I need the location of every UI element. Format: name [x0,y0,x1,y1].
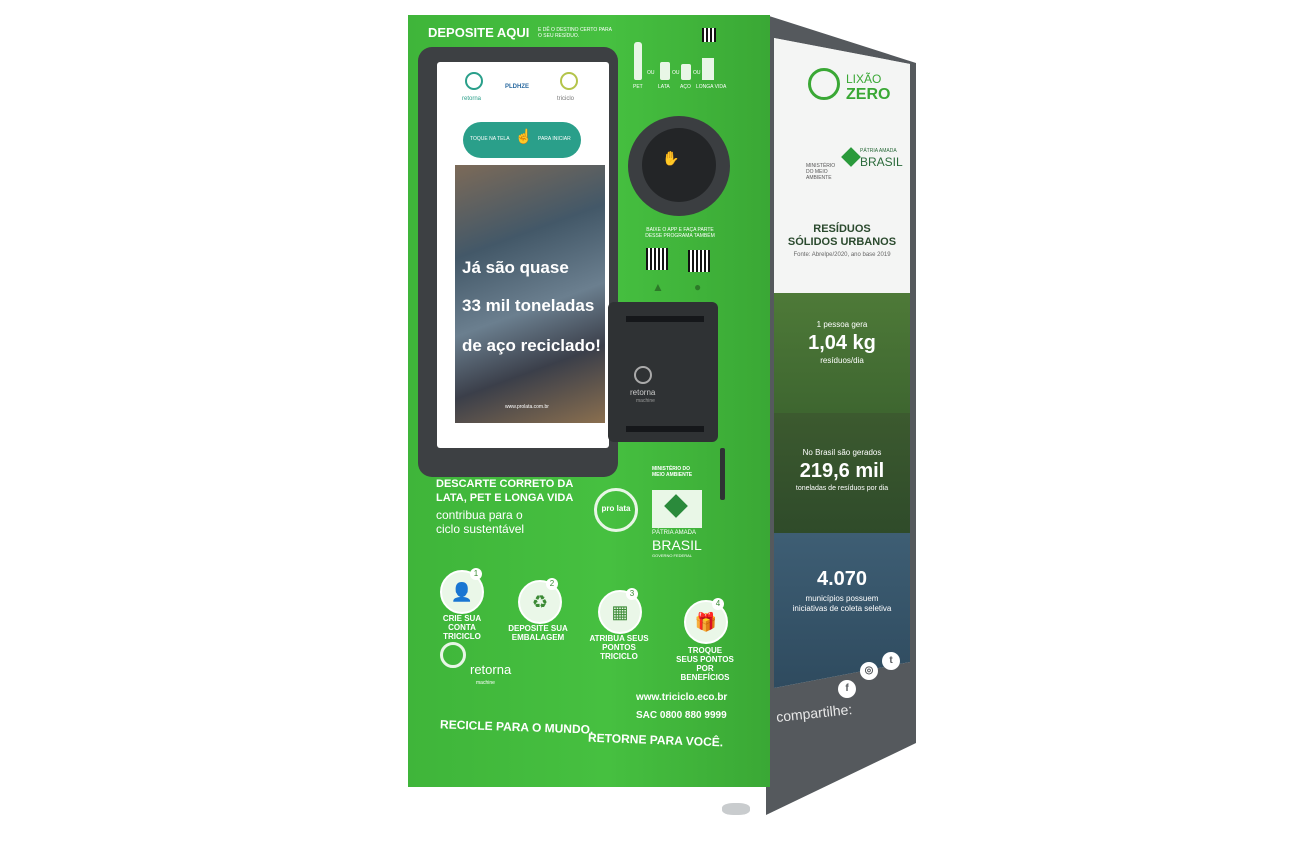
step-number: 2 [546,578,558,590]
material-or-3: OU [693,70,701,76]
brasil-top: PÁTRIA AMADA [860,148,897,154]
dispenser-top-slot [626,316,704,322]
instagram-icon[interactable]: ◎ [860,662,878,680]
machine-foot [722,803,750,815]
step-number: 3 [626,588,638,600]
material-or-1: OU [647,70,655,76]
retorna-logo-icon [465,72,483,90]
hand-tap-icon: ☝ [515,128,533,144]
section-title-2: SÓLIDOS URBANOS [787,236,897,248]
discard-line-2: LATA, PET E LONGA VIDA [436,492,574,504]
carton-icon [702,58,714,80]
screen-logo-1: retorna [462,96,482,102]
touch-right-label: PARA INICIAR [538,136,571,142]
step-label: TROQUE SEUS PONTOS POR BENEFÍCIOS [676,646,734,682]
material-pet: PET [633,84,643,90]
patria-main: BRASIL [652,537,702,553]
headline-1: Já são quase [462,258,569,277]
step-label: DEPOSITE SUA EMBALAGEM [508,624,568,642]
patria-sub: GOVERNO FEDERAL [652,553,693,558]
triciclo-logo-icon [560,72,578,90]
touch-left-label: TOQUE NA TELA [470,136,510,142]
screen-logo-3: triciclo [557,96,575,102]
dispenser-sub: machine [636,398,655,404]
scene: LIXÃO ZERO MINISTÉRIO DO MEIO AMBIENTE P… [0,0,1300,847]
screen-logo-2: PLDHZE [505,84,529,90]
steel-can-icon [681,64,691,80]
step-label: CRIE SUA CONTA TRICICLO [442,614,482,641]
prolata-label: pro lata [601,504,631,513]
retorna-dispenser-icon [634,366,652,384]
lixao-label: LIXÃO [846,72,882,86]
website: www.triciclo.eco.br [636,692,728,703]
screen-footer-url: www.prolata.com.br [505,404,549,410]
facebook-icon[interactable]: f [838,680,856,698]
stat2-value: 219,6 mil [799,460,885,482]
stat2-pre: No Brasil são gerados [802,448,882,457]
material-aco: AÇO [680,84,691,90]
headline-2: 33 mil toneladas [462,296,595,315]
step-label: ATRIBUA SEUS PONTOS TRICICLO [589,634,649,661]
retorna-brand-icon [440,642,466,668]
dispenser-brand: retorna [630,388,656,397]
step-number: 1 [470,568,482,580]
stat2-post: toneladas de resíduos por dia [795,485,889,492]
stat3-post: municípios possuem iniciativas de coleta… [792,594,892,613]
stat1-pre: 1 pessoa gera [816,320,868,329]
pet-bottle-icon [634,42,642,80]
dispenser-bottom-slot [626,426,704,432]
material-lata: LATA [658,84,670,90]
discard-line-4: ciclo sustentável [436,522,525,536]
receipt-dispenser[interactable] [608,302,718,442]
insert-bottle-icon: ✋ [662,150,680,166]
zero-label: ZERO [846,86,891,103]
stat3-value: 4.070 [816,568,868,590]
brasil-label: BRASIL [860,155,903,169]
qr-code-ios[interactable] [688,250,710,272]
stat1-post: resíduos/dia [820,356,864,365]
retorna-brand: retorna [470,662,512,677]
qr-code-android[interactable] [646,248,668,270]
discard-line-3: contribua para o [436,508,523,522]
header-sub: E DÊ O DESTINO CERTO PARA O SEU RESÍDUO. [538,27,612,39]
stat1-value: 1,04 kg [808,332,876,354]
step-number: 4 [712,598,724,610]
door-handle[interactable] [720,448,725,500]
source-note: Fonte: Abrelpe/2020, ano base 2019 [793,252,891,258]
can-icon [660,62,670,80]
headline-3: de aço reciclado! [462,336,601,355]
sac-phone: SAC 0800 880 9999 [636,710,727,721]
apple-icon: ● [694,280,702,294]
material-longa-vida: LONGA VIDA [696,84,727,90]
side-info-panel: LIXÃO ZERO MINISTÉRIO DO MEIO AMBIENTE P… [774,38,910,688]
ministry-label: MINISTÉRIO DO MEIO AMBIENTE [652,466,693,478]
patria-top: PÁTRIA AMADA [652,530,697,536]
qr-code-top [702,28,716,42]
retorna-sub: machine [476,680,495,686]
header-title: DEPOSITE AQUI [428,25,530,40]
twitter-icon[interactable]: t [882,652,900,670]
cans-photo [455,165,605,423]
discard-line-1: DESCARTE CORRETO DA [436,478,574,490]
android-icon: ▲ [652,280,664,294]
section-title-1: RESÍDUOS [813,223,871,235]
app-text: BAIXE O APP E FAÇA PARTE DESSE PROGRAMA … [645,227,715,239]
ministry-small: MINISTÉRIO DO MEIO AMBIENTE [806,163,836,181]
material-or-2: OU [672,70,680,76]
recycle-icon [808,68,840,100]
